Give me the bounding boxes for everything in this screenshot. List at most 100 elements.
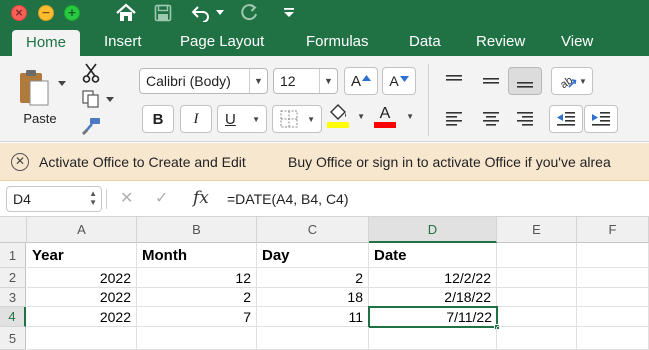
- cell-c5[interactable]: [257, 327, 369, 350]
- formula-input[interactable]: =DATE(A4, B4, C4): [227, 189, 349, 209]
- cell-d3[interactable]: 2/18/22: [369, 288, 497, 307]
- decrease-indent-button[interactable]: [549, 105, 583, 133]
- align-middle-button[interactable]: [474, 67, 508, 95]
- cell-d5[interactable]: [369, 327, 497, 350]
- cell-b5[interactable]: [137, 327, 257, 350]
- home-icon[interactable]: [114, 0, 138, 26]
- insert-function-button[interactable]: fx: [193, 186, 209, 210]
- row-header-4[interactable]: 4: [0, 307, 26, 327]
- fill-color-swatch: [327, 122, 349, 128]
- align-center-button[interactable]: [474, 105, 508, 133]
- align-center-icon: [483, 112, 499, 126]
- increase-indent-button[interactable]: [584, 105, 618, 133]
- tab-formulas[interactable]: Formulas: [306, 28, 369, 56]
- cell-c1[interactable]: Day: [257, 243, 369, 268]
- undo-icon[interactable]: [190, 0, 212, 26]
- cell-b3[interactable]: 2: [137, 288, 257, 307]
- cell-d4-active[interactable]: 7/11/22: [368, 306, 498, 328]
- italic-button[interactable]: I: [180, 105, 212, 133]
- row-header-5[interactable]: 5: [0, 327, 26, 350]
- worksheet-grid[interactable]: A B C D E F 1 2 3 4 5 Year Month Day Dat…: [0, 217, 649, 350]
- tab-data[interactable]: Data: [409, 28, 441, 56]
- column-header-a[interactable]: A: [27, 217, 137, 243]
- cell-d1[interactable]: Date: [369, 243, 497, 268]
- cell-b1[interactable]: Month: [137, 243, 257, 268]
- font-size-dropdown[interactable]: 12 ▼: [273, 68, 338, 94]
- font-size-value: 12: [280, 73, 296, 89]
- font-name-value: Calibri (Body): [146, 73, 231, 89]
- undo-dropdown-icon[interactable]: [214, 0, 226, 26]
- tab-insert[interactable]: Insert: [104, 28, 142, 56]
- cell-b2[interactable]: 12: [137, 268, 257, 288]
- align-right-button[interactable]: [508, 105, 542, 133]
- cut-icon[interactable]: [80, 62, 102, 84]
- chevron-down-icon: ▼: [252, 114, 260, 124]
- tab-view[interactable]: View: [561, 28, 593, 56]
- maximize-window-button[interactable]: +: [64, 5, 80, 21]
- decrease-indent-icon: [557, 112, 575, 126]
- cell-e2[interactable]: [497, 268, 577, 288]
- borders-button[interactable]: ▼: [272, 105, 322, 133]
- cell-e5[interactable]: [497, 327, 577, 350]
- cell-f3[interactable]: [577, 288, 649, 307]
- cell-d2[interactable]: 12/2/22: [369, 268, 497, 288]
- cell-b4[interactable]: 7: [137, 307, 257, 327]
- cell-f1[interactable]: [577, 243, 649, 268]
- tab-page-layout[interactable]: Page Layout: [180, 28, 264, 56]
- column-header-e[interactable]: E: [497, 217, 577, 243]
- cell-a1[interactable]: Year: [27, 243, 137, 268]
- row-header-1[interactable]: 1: [0, 243, 26, 268]
- message-title: Activate Office to Create and Edit: [39, 154, 246, 170]
- name-box[interactable]: D4 ▲ ▼: [6, 186, 102, 212]
- minimize-window-button[interactable]: −: [38, 5, 54, 21]
- close-icon[interactable]: ✕: [11, 153, 29, 171]
- cell-c4[interactable]: 11: [257, 307, 369, 327]
- column-header-d[interactable]: D: [369, 217, 497, 243]
- cell-e3[interactable]: [497, 288, 577, 307]
- fill-color-button[interactable]: ▼: [321, 102, 371, 130]
- cell-f2[interactable]: [577, 268, 649, 288]
- decrease-font-size-button[interactable]: A: [382, 67, 416, 95]
- clipboard-icon[interactable]: [14, 66, 54, 108]
- select-all-corner[interactable]: [0, 217, 27, 243]
- tab-home[interactable]: Home: [12, 30, 81, 56]
- redo-icon[interactable]: [238, 0, 260, 26]
- cell-e1[interactable]: [497, 243, 577, 268]
- column-header-c[interactable]: C: [257, 217, 369, 243]
- copy-icon[interactable]: [80, 88, 102, 110]
- customize-toolbar-icon[interactable]: [280, 0, 298, 26]
- enter-formula-button[interactable]: ✓: [155, 187, 168, 211]
- row-header-3[interactable]: 3: [0, 288, 26, 307]
- cell-a4[interactable]: 2022: [27, 307, 137, 327]
- font-name-dropdown[interactable]: Calibri (Body) ▼: [139, 68, 268, 94]
- font-color-button[interactable]: A ▼: [370, 102, 418, 130]
- align-left-button[interactable]: [437, 105, 471, 133]
- column-header-b[interactable]: B: [137, 217, 257, 243]
- name-box-stepper-icon[interactable]: ▲ ▼: [89, 189, 97, 207]
- tab-review[interactable]: Review: [476, 28, 525, 56]
- cancel-formula-button[interactable]: ✕: [120, 187, 133, 211]
- bold-button[interactable]: B: [142, 105, 174, 133]
- increase-font-size-button[interactable]: A: [344, 67, 378, 95]
- cell-f4[interactable]: [577, 307, 649, 327]
- align-top-button[interactable]: [437, 67, 471, 95]
- cell-e4[interactable]: [497, 307, 577, 327]
- underline-button[interactable]: U ▼: [217, 105, 267, 133]
- save-icon[interactable]: [152, 0, 174, 26]
- cell-a3[interactable]: 2022: [27, 288, 137, 307]
- close-window-button[interactable]: ×: [11, 5, 27, 21]
- cell-c2[interactable]: 2: [257, 268, 369, 288]
- copy-dropdown-icon[interactable]: [104, 94, 116, 106]
- column-header-f[interactable]: F: [577, 217, 649, 243]
- format-painter-icon[interactable]: [80, 116, 102, 136]
- row-header-2[interactable]: 2: [0, 268, 26, 288]
- cell-a5[interactable]: [27, 327, 137, 350]
- cell-f5[interactable]: [577, 327, 649, 350]
- orientation-button[interactable]: ab ▼: [551, 67, 593, 95]
- paste-dropdown-icon[interactable]: [56, 78, 68, 90]
- paste-button[interactable]: Paste: [20, 109, 60, 127]
- ribbon-tabs: Home Insert Page Layout Formulas Data Re…: [0, 28, 649, 56]
- cell-c3[interactable]: 18: [257, 288, 369, 307]
- cell-a2[interactable]: 2022: [27, 268, 137, 288]
- align-bottom-button[interactable]: [508, 67, 542, 95]
